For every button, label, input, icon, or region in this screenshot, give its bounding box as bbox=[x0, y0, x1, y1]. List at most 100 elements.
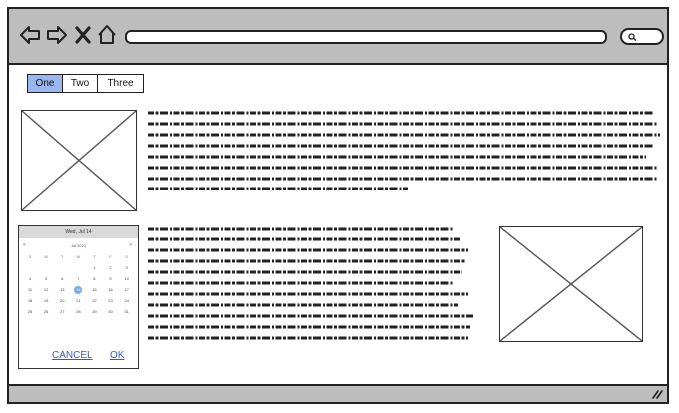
weekday-label: F bbox=[109, 254, 112, 259]
calendar-day[interactable]: 30 bbox=[102, 309, 118, 314]
cancel-button[interactable]: CANCEL bbox=[52, 350, 93, 361]
calendar-day[interactable]: 15 bbox=[86, 287, 102, 292]
calendar-week-row: 25 26 27 28 29 30 31 bbox=[22, 306, 135, 317]
calendar-day-number: 4 bbox=[28, 276, 32, 281]
text-paragraph-bottom bbox=[148, 227, 473, 340]
calendar-day[interactable]: 17 bbox=[119, 287, 135, 292]
next-month-icon[interactable]: > bbox=[129, 242, 132, 248]
calendar-day[interactable]: 26 bbox=[38, 309, 54, 314]
calendar-day-number: 8 bbox=[93, 276, 96, 281]
calendar-day-number: 29 bbox=[92, 309, 97, 314]
image-placeholder-top bbox=[21, 110, 137, 211]
ok-button[interactable]: OK bbox=[110, 350, 124, 361]
calendar-day[interactable]: 31 bbox=[119, 309, 135, 314]
calendar-day[interactable]: 10 bbox=[119, 276, 135, 281]
calendar-day-number: 3 bbox=[125, 265, 128, 270]
calendar-day-number: 15 bbox=[92, 287, 97, 292]
home-icon[interactable] bbox=[97, 24, 117, 45]
weekday-label: T bbox=[93, 254, 96, 259]
calendar-day-number: 20 bbox=[60, 298, 65, 303]
text-paragraph-top bbox=[148, 111, 660, 190]
calendar-day[interactable]: 24 bbox=[119, 298, 135, 303]
calendar-day[interactable]: 16 bbox=[102, 287, 118, 292]
calendar-day-number: 30 bbox=[108, 309, 113, 314]
weekday-label: M bbox=[44, 254, 48, 259]
calendar-day-number: 25 bbox=[27, 309, 33, 314]
calendar-day-number: 21 bbox=[76, 298, 81, 303]
tab-three[interactable]: Three bbox=[98, 75, 143, 92]
calendar-day[interactable]: 9 bbox=[102, 276, 118, 281]
weekday-label: S bbox=[125, 254, 128, 259]
calendar-day-number: 18 bbox=[27, 298, 33, 303]
calendar-day-number: 9 bbox=[109, 276, 112, 281]
calendar-day-number: 19 bbox=[43, 298, 49, 303]
calendar-grid: S M T W T F S 1 2 3 4 5 6 7 8 9 10 11 12 13 14 15 16 17 18 19 20 21… bbox=[22, 251, 135, 317]
weekday-label: S bbox=[28, 254, 32, 259]
image-placeholder-bottom bbox=[499, 226, 643, 342]
url-bar[interactable] bbox=[125, 30, 607, 44]
calendar-day-number: 27 bbox=[60, 309, 65, 314]
calendar-day-number: 5 bbox=[45, 276, 48, 281]
calendar-day[interactable]: 11 bbox=[22, 287, 38, 292]
calendar-day[interactable]: 8 bbox=[86, 276, 102, 281]
calendar-day-number: 1 bbox=[93, 265, 96, 270]
calendar-day-number: 16 bbox=[108, 287, 113, 292]
resize-grip-icon[interactable] bbox=[651, 389, 663, 399]
calendar-day[interactable]: 3 bbox=[119, 265, 135, 270]
calendar-day[interactable]: 5 bbox=[38, 276, 54, 281]
calendar-day[interactable]: 28 bbox=[70, 309, 86, 314]
calendar-day[interactable]: 4 bbox=[22, 276, 38, 281]
calendar-day-number: 11 bbox=[27, 287, 33, 292]
calendar-day-number: 17 bbox=[124, 287, 129, 292]
calendar-day[interactable]: 21 bbox=[70, 298, 86, 303]
tab-one[interactable]: One bbox=[28, 75, 63, 92]
calendar-day-number: 23 bbox=[108, 298, 113, 303]
calendar-day-number: 6 bbox=[61, 276, 64, 281]
calendar-day-number: 12 bbox=[43, 287, 49, 292]
calendar-day-number: 2 bbox=[109, 265, 112, 270]
month-label: Jul 2021 bbox=[70, 243, 87, 248]
calendar-day-number: 22 bbox=[92, 298, 97, 303]
weekday-label: W bbox=[76, 254, 81, 259]
calendar-day[interactable]: 6 bbox=[54, 276, 70, 281]
browser-window: One Two Three Wed, Jul 14 < Jul 2021 > S… bbox=[7, 7, 669, 404]
calendar-day[interactable]: 23 bbox=[102, 298, 118, 303]
calendar-day[interactable]: 7 bbox=[70, 276, 86, 281]
calendar-day[interactable]: 25 bbox=[22, 309, 38, 314]
calendar-day[interactable]: 22 bbox=[86, 298, 102, 303]
close-icon[interactable] bbox=[75, 26, 91, 44]
calendar-day[interactable]: 12 bbox=[38, 287, 54, 292]
calendar-day[interactable]: 1 bbox=[86, 265, 102, 270]
date-picker-header: Wed, Jul 14 bbox=[19, 226, 138, 238]
calendar-day-number: 31 bbox=[124, 309, 129, 314]
calendar-day-number: 26 bbox=[43, 309, 49, 314]
forward-arrow-icon[interactable] bbox=[46, 25, 68, 45]
browser-toolbar bbox=[9, 9, 667, 65]
search-icon bbox=[628, 33, 637, 41]
status-bar bbox=[9, 384, 667, 402]
calendar-day[interactable]: 29 bbox=[86, 309, 102, 314]
calendar-week-row: 1 2 3 bbox=[22, 262, 135, 273]
calendar-day[interactable]: 13 bbox=[54, 287, 70, 292]
calendar-day-number: 13 bbox=[60, 287, 65, 292]
calendar-day-number: 7 bbox=[77, 276, 80, 281]
calendar-day-number: 10 bbox=[124, 276, 129, 281]
calendar-day[interactable]: 18 bbox=[22, 298, 38, 303]
calendar-day-number: 28 bbox=[76, 309, 81, 314]
weekday-label: T bbox=[61, 254, 64, 259]
calendar-day[interactable]: 19 bbox=[38, 298, 54, 303]
calendar-week-row: 18 19 20 21 22 23 24 bbox=[22, 295, 135, 306]
calendar-day[interactable]: 20 bbox=[54, 298, 70, 303]
calendar-day-number: 14 bbox=[74, 285, 83, 294]
calendar-day[interactable]: 2 bbox=[102, 265, 118, 270]
calendar-day-selected[interactable]: 14 bbox=[70, 285, 86, 294]
tab-two[interactable]: Two bbox=[63, 75, 98, 92]
calendar-week-row: 11 12 13 14 15 16 17 bbox=[22, 284, 135, 295]
tab-bar: One Two Three bbox=[27, 74, 144, 93]
calendar-week-row: 4 5 6 7 8 9 10 bbox=[22, 273, 135, 284]
back-arrow-icon[interactable] bbox=[19, 25, 41, 45]
search-field[interactable] bbox=[620, 28, 664, 45]
date-picker[interactable]: Wed, Jul 14 < Jul 2021 > SMTWTFS12345678… bbox=[18, 225, 139, 369]
weekday-row: SMTWTFS bbox=[22, 251, 135, 262]
calendar-day[interactable]: 27 bbox=[54, 309, 70, 314]
